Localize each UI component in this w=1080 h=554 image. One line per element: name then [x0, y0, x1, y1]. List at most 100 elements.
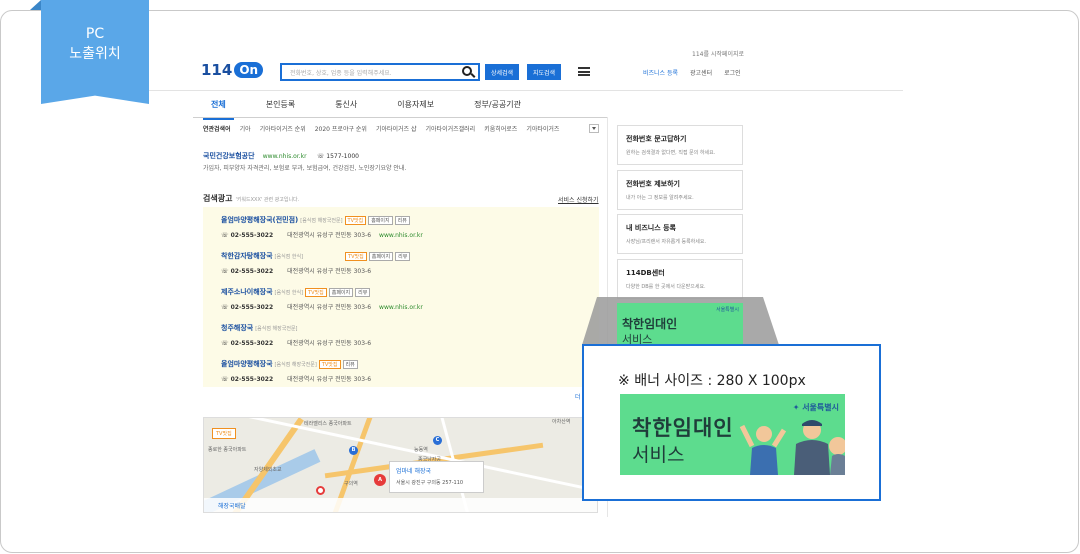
ad-category: [음식점 한식] — [274, 254, 304, 260]
banner-line1: 착한임대인 — [632, 416, 734, 440]
side-card-desc: 원하는 검색결과 없다면, 직접 문의 하세요. — [626, 150, 716, 156]
search-input[interactable]: 전화번호, 상호, 업종 등을 입력해주세요. — [280, 63, 480, 81]
tabs-divider — [193, 117, 607, 118]
ad-phone-number: 02-555-3022 — [230, 232, 274, 239]
tv-tag: TV맛집 — [344, 216, 367, 225]
business-register-link[interactable]: 비즈니스 등록 — [643, 68, 678, 77]
menu-icon[interactable] — [578, 67, 590, 76]
related-keyword[interactable]: 기아타이거즈 샵 — [376, 124, 417, 133]
ad-name[interactable]: 올엄마양평해장국 — [221, 360, 273, 368]
map-popup[interactable]: 엄마네 해장국 서울시 광진구 구의동 257-110 — [389, 461, 484, 493]
top-ad-url[interactable]: www.nhis.or.kr — [263, 153, 307, 160]
search-ads-subtitle: '키워드XXX' 관련 광고입니다. — [235, 197, 300, 203]
map-tv-badge: TV맛집 — [212, 428, 236, 439]
map-place-label: 아차산역 — [552, 419, 571, 425]
side-card-db-center[interactable]: 114DB센터 다양한 DB를 한 곳에서 다운받으세요. — [617, 259, 743, 299]
side-card-phone-inquiry[interactable]: 전화번호 문고답하기 원하는 검색결과 없다면, 직접 문의 하세요. — [617, 125, 743, 165]
side-card-title: 전화번호 제보하기 — [626, 180, 680, 188]
search-ads-title: 검색광고 '키워드XXX' 관련 광고입니다. — [203, 193, 299, 204]
map-popup-title: 엄마네 해장국 — [396, 468, 432, 475]
review-tag[interactable]: 리뷰 — [394, 216, 410, 225]
banner-size-caption: ※ 배너 사이즈 : 280 X 100px — [618, 370, 806, 390]
list-item[interactable]: 청주해장국 [음식점 해장국전문] ☏ 02-555-3022 대전광역시 유성구 … — [221, 323, 371, 347]
ad-address: 대전광역시 유성구 전민동 303-6 — [287, 268, 372, 275]
ad-address: 대전광역시 유성구 전민동 303-6 — [287, 340, 372, 347]
ad-name[interactable]: 제주소나이해장국 — [221, 288, 273, 296]
list-item[interactable]: 올엄마양평해장국 [음식점 해장국전문] TV맛집 리뷰 ☏ 02-555-3022 대… — [221, 359, 371, 383]
list-item[interactable]: 착한감자탕해장국 [음식점 한식] TV맛집 홈페이지 리뷰 ☏ 02-555-3022… — [221, 251, 411, 275]
top-ad-tel: ☏ 1577-1000 — [316, 153, 359, 160]
map-view[interactable]: TV맛집 테라벨리스 종국아파트 종로한 종국아파트 자양제외초교 구의역 능동… — [203, 417, 598, 513]
more-link[interactable]: 더 — [575, 392, 581, 401]
homepage-tag[interactable]: 홈페이지 — [368, 252, 394, 261]
search-icon[interactable] — [462, 66, 472, 76]
review-tag[interactable]: 리뷰 — [342, 360, 358, 369]
map-marker-icon[interactable] — [316, 486, 325, 495]
position-ribbon: PC 노출위치 — [41, 0, 149, 104]
ribbon-line2: 노출위치 — [69, 46, 121, 62]
top-ad: 국민건강보험공단 www.nhis.or.kr ☏ 1577-1000 — [203, 151, 359, 161]
review-tag[interactable]: 리뷰 — [355, 288, 371, 297]
side-card-phone-report[interactable]: 전화번호 제보하기 내가 아는 그 정보를 알려주세요. — [617, 170, 743, 210]
related-label: 연관검색어 — [203, 126, 231, 133]
homepage-tag[interactable]: 홈페이지 — [368, 216, 393, 225]
side-card-desc: 내가 아는 그 정보를 알려주세요. — [626, 195, 694, 201]
map-place-label: 자양제외초교 — [254, 467, 282, 473]
page-preview: 114 On 114를 시작페이지로 전화번호, 상호, 업종 등을 입력해주세… — [0, 0, 1080, 554]
map-pin-a[interactable]: A — [374, 474, 386, 486]
ad-category: [음식점 해장국전문] — [274, 362, 317, 368]
related-keyword[interactable]: 키움히어로즈 — [484, 124, 517, 133]
side-card-business-register[interactable]: 내 비즈니스 등록 사장님/프리랜서 자유롭게 등록하세요. — [617, 214, 743, 254]
banner-image[interactable]: ✦ 서울특별시 착한임대인 서비스 — [620, 394, 845, 475]
related-keyword[interactable]: 기아타이거즈갤러리 — [426, 124, 476, 133]
related-keyword[interactable]: 기아타이거즈 순위 — [260, 124, 306, 133]
list-item[interactable]: 올엄마양평해장국(전민점) [음식점 해장국전문] TV맛집 홈페이지 리뷰 ☏ 02-… — [221, 215, 423, 239]
map-search-button[interactable]: 지도검색 — [527, 64, 562, 80]
service-apply-link[interactable]: 서비스 신청하기 — [558, 195, 599, 204]
logo-text: 114 — [201, 61, 233, 79]
tv-tag: TV맛집 — [305, 288, 327, 297]
map-place-label: 능동역 — [414, 447, 428, 453]
ad-name[interactable]: 청주해장국 — [221, 324, 253, 332]
review-tag[interactable]: 리뷰 — [395, 252, 411, 261]
map-pin-c[interactable]: C — [433, 436, 442, 445]
ad-name[interactable]: 착한감자탕해장국 — [221, 252, 273, 260]
top-ad-name[interactable]: 국민건강보험공단 — [203, 152, 255, 160]
map-footer-label: 해장국배달 — [204, 498, 597, 512]
ad-phone-number: 02-555-3022 — [230, 304, 274, 311]
small-banner-line2: 서비스 — [622, 333, 653, 345]
start-page-link[interactable]: 114를 시작페이지로 — [692, 49, 744, 58]
tv-tag: TV맛집 — [345, 252, 367, 261]
ad-url[interactable]: www.nhis.or.kr — [379, 304, 423, 311]
ad-category: [음식점 해장국전문] — [300, 218, 343, 224]
ad-phone-number: 02-555-3022 — [230, 268, 274, 275]
login-link[interactable]: 로그인 — [724, 68, 741, 77]
small-banner-org: 서울특별시 — [715, 307, 739, 313]
ribbon-corner — [30, 0, 41, 10]
header-divider — [41, 90, 903, 91]
logo-badge: On — [234, 62, 264, 78]
search-ads-list: 올엄마양평해장국(전민점) [음식점 해장국전문] TV맛집 홈페이지 리뷰 ☏ 02-… — [203, 207, 599, 387]
related-keyword[interactable]: 기아타이거즈 — [526, 124, 559, 133]
list-item[interactable]: 제주소나이해장국 [음식점 한식] TV맛집 홈페이지 리뷰 ☏ 02-555-3022… — [221, 287, 423, 311]
ad-phone: ☏ 02-555-3022 — [221, 268, 274, 275]
ad-url[interactable]: www.nhis.or.kr — [379, 232, 423, 239]
detail-search-button[interactable]: 상세검색 — [485, 64, 520, 80]
related-expand-icon[interactable] — [589, 124, 599, 133]
related-keyword[interactable]: 기아 — [240, 124, 251, 133]
map-pin-b[interactable]: B — [349, 446, 358, 455]
related-keyword[interactable]: 2020 프로야구 순위 — [315, 124, 367, 133]
map-popup-address: 서울시 광진구 구의동 257-110 — [396, 480, 464, 486]
tv-tag: TV맛집 — [318, 360, 341, 369]
side-card-title: 전화번호 문고답하기 — [626, 135, 687, 143]
caption-mark: ※ — [618, 373, 630, 389]
ad-name[interactable]: 올엄마양평해장국(전민점) — [221, 216, 298, 224]
banner-illustration — [739, 420, 845, 475]
homepage-tag[interactable]: 홈페이지 — [328, 288, 354, 297]
site-logo[interactable]: 114 On — [201, 61, 264, 79]
ribbon-line1: PC — [85, 26, 105, 42]
ad-address: 대전광역시 유성구 전민동 303-6 — [287, 232, 372, 239]
search-placeholder: 전화번호, 상호, 업종 등을 입력해주세요. — [290, 70, 392, 77]
ad-center-link[interactable]: 광고센터 — [690, 68, 712, 77]
small-banner[interactable]: 서울특별시 착한임대인 서비스 — [617, 303, 743, 345]
